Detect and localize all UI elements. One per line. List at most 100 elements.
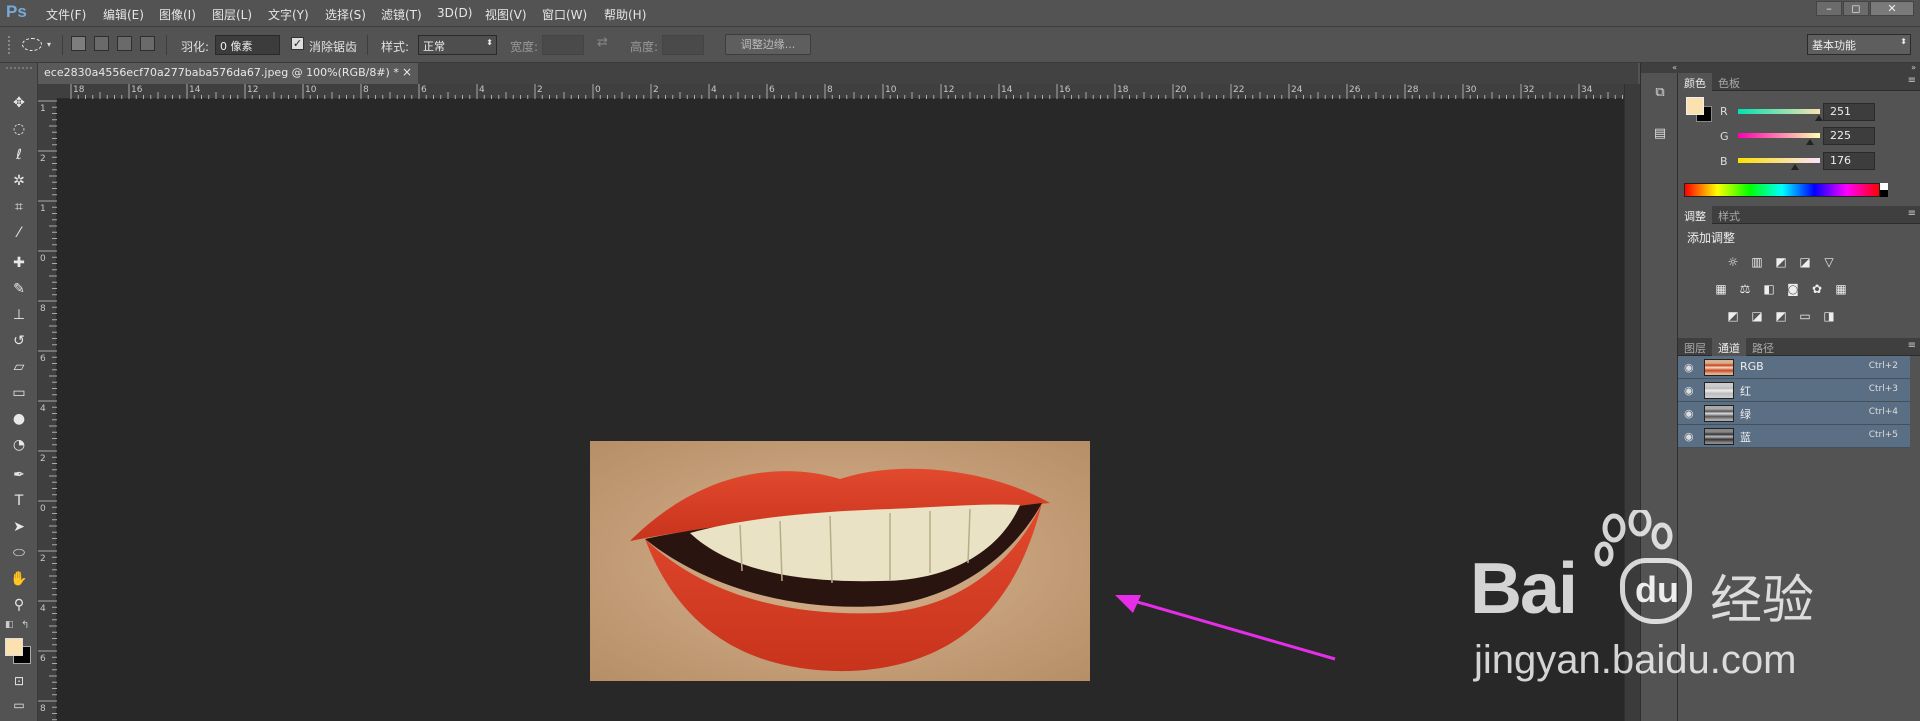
type-tool-icon[interactable]: T xyxy=(8,491,30,511)
menu-help[interactable]: 帮助(H) xyxy=(604,6,646,23)
curves-icon[interactable]: ◩ xyxy=(1772,254,1790,270)
exposure-icon[interactable]: ◪ xyxy=(1796,254,1814,270)
properties-panel-icon[interactable]: ▤ xyxy=(1650,126,1670,144)
tab-adjustments[interactable]: 调整 xyxy=(1678,206,1712,224)
menu-file[interactable]: 文件(F) xyxy=(46,6,86,23)
b-slider[interactable] xyxy=(1738,158,1820,163)
channel-row-red[interactable]: ◉ 红 Ctrl+3 xyxy=(1678,379,1910,402)
color-lookup-icon[interactable]: ▦ xyxy=(1832,281,1850,297)
channel-row-blue[interactable]: ◉ 蓝 Ctrl+5 xyxy=(1678,425,1910,448)
hue-saturation-icon[interactable]: ▦ xyxy=(1712,281,1730,297)
default-colors-icon[interactable]: ◧ xyxy=(5,620,14,630)
horizontal-ruler[interactable]: 18 16 14 12 10 8 6 4 2 0 2 4 6 8 10 12 14 16 18 20 22 24 26 28 3… xyxy=(57,84,1650,99)
tool-preset-chevron-icon[interactable]: ▾ xyxy=(47,40,51,49)
style-select[interactable]: 正常 ⬍ xyxy=(418,35,497,55)
move-tool-icon[interactable]: ✥ xyxy=(8,93,30,113)
add-selection-icon[interactable] xyxy=(94,36,109,51)
posterize-icon[interactable]: ◪ xyxy=(1748,308,1766,324)
vibrance-icon[interactable]: ▽ xyxy=(1820,254,1838,270)
healing-brush-tool-icon[interactable]: ✚ xyxy=(8,253,30,273)
new-selection-icon[interactable] xyxy=(71,36,86,51)
eraser-tool-icon[interactable]: ▱ xyxy=(8,357,30,377)
feather-input[interactable]: 0 像素 xyxy=(215,35,280,55)
path-selection-tool-icon[interactable]: ➤ xyxy=(8,517,30,537)
clone-stamp-tool-icon[interactable]: ⊥ xyxy=(8,305,30,325)
brightness-icon[interactable]: ☼ xyxy=(1724,254,1742,270)
gradient-map-icon[interactable]: ▭ xyxy=(1796,308,1814,324)
swap-icon[interactable]: ⇄ xyxy=(597,35,608,50)
subtract-selection-icon[interactable] xyxy=(117,36,132,51)
color-spectrum-bar[interactable] xyxy=(1684,183,1880,197)
swap-colors-icon[interactable]: ↰ xyxy=(21,620,29,631)
foreground-color-swatch[interactable] xyxy=(5,638,23,656)
ruler-corner[interactable] xyxy=(38,84,57,99)
channel-row-rgb[interactable]: ◉ RGB Ctrl+2 xyxy=(1678,356,1910,379)
panel-menu-icon[interactable]: ≡ xyxy=(1908,75,1916,86)
minimize-button[interactable]: – xyxy=(1816,1,1842,16)
g-slider-thumb[interactable] xyxy=(1806,139,1815,145)
menu-window[interactable]: 窗口(W) xyxy=(542,6,587,23)
photo-filter-icon[interactable]: ◙ xyxy=(1784,281,1802,297)
vertical-scrollbar[interactable] xyxy=(1624,84,1640,721)
menu-select[interactable]: 选择(S) xyxy=(325,6,366,23)
tab-color[interactable]: 颜色 xyxy=(1678,73,1712,91)
magic-wand-tool-icon[interactable]: ✲ xyxy=(8,171,30,191)
menu-type[interactable]: 文字(Y) xyxy=(268,6,309,23)
panel-menu-icon[interactable]: ≡ xyxy=(1908,208,1916,219)
gradient-tool-icon[interactable]: ▭ xyxy=(8,383,30,403)
collapse-icon[interactable]: « xyxy=(1641,63,1679,73)
restore-button[interactable]: ◻ xyxy=(1843,1,1869,16)
lasso-tool-icon[interactable]: ℓ xyxy=(8,145,30,165)
g-value-input[interactable]: 225 xyxy=(1823,127,1875,145)
white-swatch[interactable] xyxy=(1880,183,1888,190)
visibility-eye-icon[interactable]: ◉ xyxy=(1684,430,1698,443)
close-tab-icon[interactable]: × xyxy=(402,65,412,79)
width-input[interactable] xyxy=(542,35,584,55)
elliptical-marquee-icon[interactable] xyxy=(22,38,42,51)
b-value-input[interactable]: 176 xyxy=(1823,152,1875,170)
tab-styles[interactable]: 样式 xyxy=(1712,206,1746,224)
blur-tool-icon[interactable]: ● xyxy=(8,409,30,429)
antialias-checkbox[interactable]: ✓ xyxy=(291,37,304,50)
visibility-eye-icon[interactable]: ◉ xyxy=(1684,407,1698,420)
intersect-selection-icon[interactable] xyxy=(140,36,155,51)
channel-mixer-icon[interactable]: ✿ xyxy=(1808,281,1826,297)
r-slider[interactable] xyxy=(1738,109,1820,114)
tab-paths[interactable]: 路径 xyxy=(1746,338,1780,356)
screen-mode-icon[interactable]: ▭ xyxy=(8,695,30,715)
r-slider-thumb[interactable] xyxy=(1814,115,1823,121)
menu-3d[interactable]: 3D(D) xyxy=(437,6,472,20)
refine-edge-button[interactable]: 调整边缘... xyxy=(725,34,811,55)
zoom-tool-icon[interactable]: ⚲ xyxy=(8,595,30,615)
marquee-tool-icon[interactable]: ◌ xyxy=(8,119,30,139)
menu-image[interactable]: 图像(I) xyxy=(159,6,196,23)
pen-tool-icon[interactable]: ✒ xyxy=(8,465,30,485)
brush-tool-icon[interactable]: ✎ xyxy=(8,279,30,299)
expand-icon[interactable]: » xyxy=(1678,63,1920,73)
tab-channels[interactable]: 通道 xyxy=(1712,338,1746,356)
foreground-swatch[interactable] xyxy=(1686,97,1704,115)
b-slider-thumb[interactable] xyxy=(1790,164,1799,170)
document-tab[interactable]: ece2830a4556ecf70a277baba576da67.jpeg @ … xyxy=(38,63,418,84)
menu-layer[interactable]: 图层(L) xyxy=(212,6,252,23)
selective-color-icon[interactable]: ◨ xyxy=(1820,308,1838,324)
quick-mask-icon[interactable]: ⊡ xyxy=(8,671,30,691)
hand-tool-icon[interactable]: ✋ xyxy=(8,569,30,589)
black-swatch[interactable] xyxy=(1880,190,1888,197)
menu-filter[interactable]: 滤镜(T) xyxy=(381,6,422,23)
shape-tool-icon[interactable]: ⬭ xyxy=(8,543,30,563)
close-window-button[interactable]: ✕ xyxy=(1870,1,1914,16)
menu-edit[interactable]: 编辑(E) xyxy=(103,6,144,23)
g-slider[interactable] xyxy=(1738,133,1820,138)
crop-tool-icon[interactable]: ⌗ xyxy=(8,197,30,217)
eyedropper-tool-icon[interactable]: ⁄ xyxy=(8,223,30,243)
panel-menu-icon[interactable]: ≡ xyxy=(1908,340,1916,351)
menu-view[interactable]: 视图(V) xyxy=(485,6,527,23)
canvas-area[interactable] xyxy=(57,99,1624,721)
invert-icon[interactable]: ◩ xyxy=(1724,308,1742,324)
r-value-input[interactable]: 251 xyxy=(1823,103,1875,121)
visibility-eye-icon[interactable]: ◉ xyxy=(1684,384,1698,397)
color-balance-icon[interactable]: ⚖ xyxy=(1736,281,1754,297)
tab-layers[interactable]: 图层 xyxy=(1678,338,1712,356)
threshold-icon[interactable]: ◩ xyxy=(1772,308,1790,324)
